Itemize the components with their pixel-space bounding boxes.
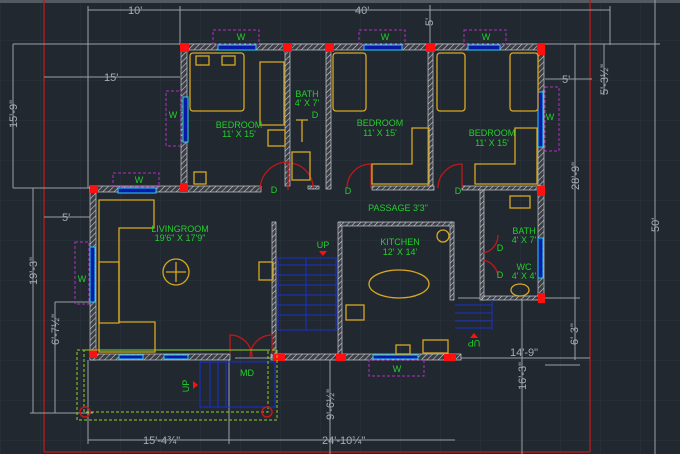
door-label: D [271, 185, 278, 195]
window-label: W [237, 32, 246, 42]
top-strip [0, 0, 680, 3]
dim-top-mid-5: 5' [424, 18, 436, 26]
window-label: W [381, 32, 390, 42]
dim-right-5: 5' [562, 74, 570, 86]
dim-right-50: 50' [650, 218, 662, 232]
room-bath-1-size: 4' X 7' [295, 98, 320, 108]
room-kitchen-size: 12' X 14' [383, 247, 418, 257]
room-bedroom-2-size: 11' X 15' [363, 128, 397, 138]
window-label: W [135, 175, 144, 185]
room-bath-2-size: 4' X 7' [512, 235, 537, 245]
cad-floor-plan[interactable]: 10' 40' 15' 15'-9" 5' 5' 5' 5'-3½" 28'-9… [0, 0, 680, 454]
door-label: D [497, 270, 504, 280]
window-label: W [78, 274, 87, 284]
door-label: D [312, 110, 319, 120]
dim-left-19-3: 19'-3" [28, 257, 40, 285]
dim-left-6-7: 6'-7½" [50, 314, 62, 345]
door-label: D [497, 243, 504, 253]
room-bedroom-1-size: 11' X 15' [222, 129, 256, 139]
dim-bottom-24-10: 24'-10¼" [322, 435, 365, 447]
window-label: W [546, 112, 555, 122]
dim-top-left: 10' [128, 5, 142, 17]
dim-bottom-15-4: 15'-4¾" [143, 435, 180, 447]
window-label: W [482, 32, 491, 42]
door-label: D [455, 186, 462, 196]
dim-right-28-9: 28'-9" [570, 162, 582, 190]
dim-right-16-3: 16'-3" [517, 362, 529, 390]
room-kitchen-name: KITCHEN [380, 237, 420, 247]
dim-right-6-3: 6'-3" [569, 323, 581, 345]
dim-right-5-3: 5'-3½" [599, 64, 611, 95]
window-label: W [393, 364, 402, 374]
up-label: UP [317, 240, 330, 250]
room-bedroom-3-name: BEDROOM [469, 128, 516, 138]
room-bedroom-2-name: BEDROOM [357, 118, 404, 128]
door-label: D [345, 186, 352, 196]
room-bedroom-3-size: 11' X 15' [475, 138, 509, 148]
room-living-size: 19'6" X 17'9" [155, 233, 206, 243]
dim-mid-14-9: 14'-9" [510, 347, 538, 359]
window-label: W [169, 110, 178, 120]
dim-left-height: 15'-9" [8, 100, 20, 128]
dim-top-total: 40' [355, 5, 369, 17]
dim-left-15: 15' [104, 72, 118, 84]
up-label: UP [181, 380, 191, 393]
main-door-label: MD [240, 368, 254, 378]
room-wc-size: 4' X 4' [512, 271, 537, 281]
room-passage: PASSAGE 3'3" [368, 203, 428, 213]
dim-left-5: 5' [62, 212, 70, 224]
dim-mid-9-6: 9'-6½" [325, 389, 337, 420]
up-label: UP [468, 338, 481, 348]
